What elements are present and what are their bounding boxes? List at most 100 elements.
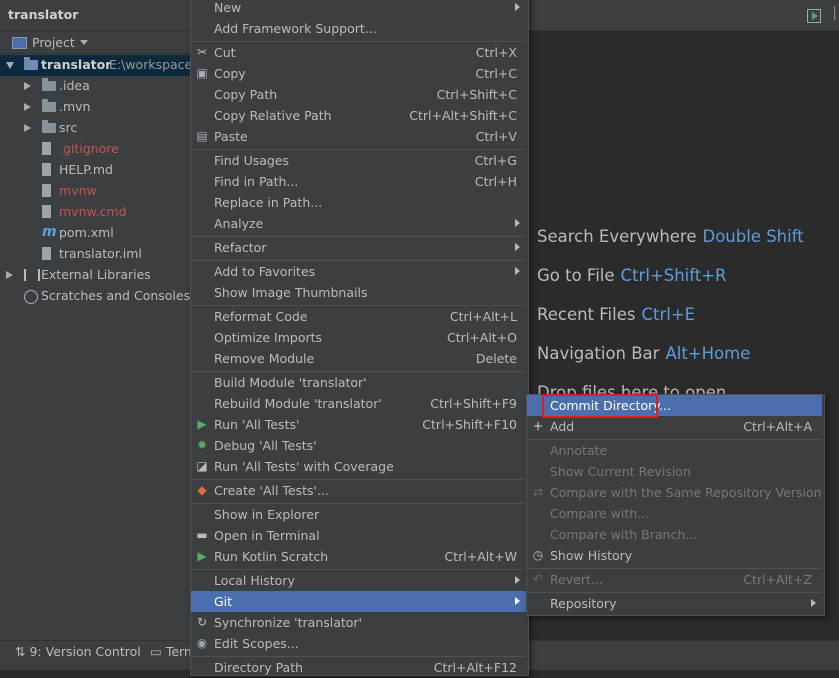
tree-item-translator[interactable]: translator E:\workspace\ — [0, 55, 190, 76]
tree-item-label: src — [59, 120, 78, 135]
tab-version-control[interactable]: ⇅ 9: Version Control — [15, 644, 141, 659]
menu-item-replace-in-path[interactable]: Replace in Path... — [191, 192, 526, 213]
menu-item-cut[interactable]: ✂ Cut Ctrl+X — [191, 42, 526, 63]
menu-item-compare-with-branch: Compare with Branch... — [527, 524, 822, 545]
menu-item-label: Run Kotlin Scratch — [214, 549, 329, 564]
menu-item-annotate: Annotate — [527, 440, 822, 461]
hint-recent-files: Recent Files Ctrl+E — [537, 305, 695, 324]
menu-item-copy[interactable]: ▣ Copy Ctrl+C — [191, 63, 526, 84]
chevron-right-icon[interactable] — [24, 82, 31, 90]
menu-item-show-image-thumbnails[interactable]: Show Image Thumbnails — [191, 282, 526, 303]
menu-item-label: Repository — [550, 596, 617, 611]
menu-item-shortcut: Ctrl+Alt+O — [447, 330, 517, 345]
chevron-down-icon[interactable] — [6, 62, 14, 69]
tree-item-pom-xml[interactable]: m pom.xml — [0, 223, 190, 244]
menu-item-show-history[interactable]: ◷ Show History — [527, 545, 822, 566]
menu-item-label: Add — [550, 419, 575, 434]
menu-item-shortcut: Ctrl+H — [474, 174, 517, 189]
module-path: E:\workspace\ — [109, 57, 190, 72]
menu-item-shortcut: Ctrl+Shift+C — [436, 87, 517, 102]
hint-text: Go to File — [537, 266, 615, 285]
tree-item-help-md[interactable]: HELP.md — [0, 160, 190, 181]
module-folder-icon — [24, 57, 38, 70]
run-configuration-icon[interactable] — [807, 9, 821, 23]
menu-item-optimize-imports[interactable]: Optimize Imports Ctrl+Alt+O — [191, 327, 526, 348]
menu-item-rebuild-module-translator[interactable]: Rebuild Module 'translator' Ctrl+Shift+F9 — [191, 393, 526, 414]
chevron-right-icon[interactable] — [24, 124, 31, 132]
chevron-right-icon[interactable] — [24, 103, 31, 111]
tree-item-mvn[interactable]: .mvn — [0, 97, 190, 118]
debug-icon: ✹ — [196, 438, 208, 452]
menu-item-run-all-tests[interactable]: ▶ Run 'All Tests' Ctrl+Shift+F10 — [191, 414, 526, 435]
tree-item-idea[interactable]: .idea — [0, 76, 190, 97]
submenu-arrow-icon — [515, 597, 520, 605]
tree-item-mvnw[interactable]: mvnw — [0, 181, 190, 202]
submenu-arrow-icon — [515, 267, 520, 275]
menu-item-shortcut: Ctrl+Alt+Shift+C — [409, 108, 517, 123]
menu-item-label: Optimize Imports — [214, 330, 323, 345]
menu-item-label: Find in Path... — [214, 174, 299, 189]
menu-item-debug-all-tests[interactable]: ✹ Debug 'All Tests' — [191, 435, 526, 456]
menu-item-label: Copy Relative Path — [214, 108, 332, 123]
tree-item-translator-iml[interactable]: translator.iml — [0, 244, 190, 265]
menu-item-remove-module[interactable]: Remove Module Delete — [191, 348, 526, 369]
context-menu: New Add Framework Support... ✂ Cut Ctrl+X ▣ Co… — [190, 0, 529, 676]
tree-item-gitignore[interactable]: .gitignore — [0, 139, 190, 160]
menu-item-add[interactable]: + Add Ctrl+Alt+A — [527, 416, 822, 437]
chevron-right-icon[interactable] — [6, 271, 13, 279]
menu-item-revert: ↶ Revert... Ctrl+Alt+Z — [527, 569, 822, 590]
menu-item-label: Build Module 'translator' — [214, 375, 367, 390]
menu-item-paste[interactable]: ▤ Paste Ctrl+V — [191, 126, 526, 147]
menu-item-open-in-terminal[interactable]: ▬ Open in Terminal — [191, 525, 526, 546]
menu-item-add-to-favorites[interactable]: Add to Favorites — [191, 261, 526, 282]
tree-item-label: translator — [41, 57, 112, 72]
tree-item-scratches-and-consoles[interactable]: Scratches and Consoles — [0, 286, 190, 307]
menu-item-reformat-code[interactable]: Reformat Code Ctrl+Alt+L — [191, 306, 526, 327]
menu-item-analyze[interactable]: Analyze — [191, 213, 526, 234]
menu-item-refactor[interactable]: Refactor — [191, 237, 526, 258]
project-panel-header — [0, 31, 190, 54]
menu-item-local-history[interactable]: Local History — [191, 570, 526, 591]
version-control-icon: ⇅ — [15, 644, 26, 659]
menu-item-run-kotlin-scratch[interactable]: ▶ Run Kotlin Scratch Ctrl+Alt+W — [191, 546, 526, 567]
toolbar-separator-icon: | — [832, 5, 837, 21]
menu-item-edit-scopes[interactable]: ◉ Edit Scopes... — [191, 633, 526, 654]
file-icon — [42, 184, 51, 197]
file-icon — [42, 163, 51, 176]
menu-item-git[interactable]: Git — [191, 591, 526, 612]
commit-directory-annotation-box — [542, 394, 658, 418]
project-view-selector[interactable]: Project — [32, 35, 75, 50]
menu-item-directory-path[interactable]: Directory Path Ctrl+Alt+F12 — [191, 657, 526, 678]
menu-item-label: Synchronize 'translator' — [214, 615, 363, 630]
menu-item-synchronize-translator[interactable]: ↻ Synchronize 'translator' — [191, 612, 526, 633]
tree-item-src[interactable]: src — [0, 118, 190, 139]
terminal-icon: ▭ — [150, 644, 162, 659]
menu-item-copy-relative-path[interactable]: Copy Relative Path Ctrl+Alt+Shift+C — [191, 105, 526, 126]
menu-item-label: Remove Module — [214, 351, 315, 366]
menu-item-label: Annotate — [550, 443, 608, 458]
menu-item-find-usages[interactable]: Find Usages Ctrl+G — [191, 150, 526, 171]
tree-item-mvnw-cmd[interactable]: mvnw.cmd — [0, 202, 190, 223]
menu-item-shortcut: Ctrl+Alt+A — [743, 419, 812, 434]
file-icon — [42, 142, 51, 155]
menu-item-run-all-tests-with-coverage[interactable]: ◪ Run 'All Tests' with Coverage — [191, 456, 526, 477]
sync-icon: ↻ — [196, 615, 208, 629]
menu-item-label: Cut — [214, 45, 236, 60]
menu-item-copy-path[interactable]: Copy Path Ctrl+Shift+C — [191, 84, 526, 105]
scissors-icon: ✂ — [196, 45, 208, 59]
folder-icon — [42, 120, 56, 133]
chevron-down-icon[interactable] — [80, 40, 88, 45]
submenu-arrow-icon — [515, 3, 520, 11]
menu-item-label: Reformat Code — [214, 309, 308, 324]
menu-item-add-framework-support[interactable]: Add Framework Support... — [191, 18, 526, 39]
menu-item-find-in-path[interactable]: Find in Path... Ctrl+H — [191, 171, 526, 192]
menu-item-label: Replace in Path... — [214, 195, 323, 210]
menu-item-new[interactable]: New — [191, 0, 526, 18]
menu-item-repository[interactable]: Repository — [527, 593, 822, 614]
menu-item-build-module-translator[interactable]: Build Module 'translator' — [191, 372, 526, 393]
tree-item-external-libraries[interactable]: External Libraries — [0, 265, 190, 286]
submenu-arrow-icon — [811, 599, 816, 607]
menu-item-show-in-explorer[interactable]: Show in Explorer — [191, 504, 526, 525]
menu-item-create-all-tests[interactable]: ◆ Create 'All Tests'... — [191, 480, 526, 501]
tree-item-label: mvnw.cmd — [59, 204, 127, 219]
